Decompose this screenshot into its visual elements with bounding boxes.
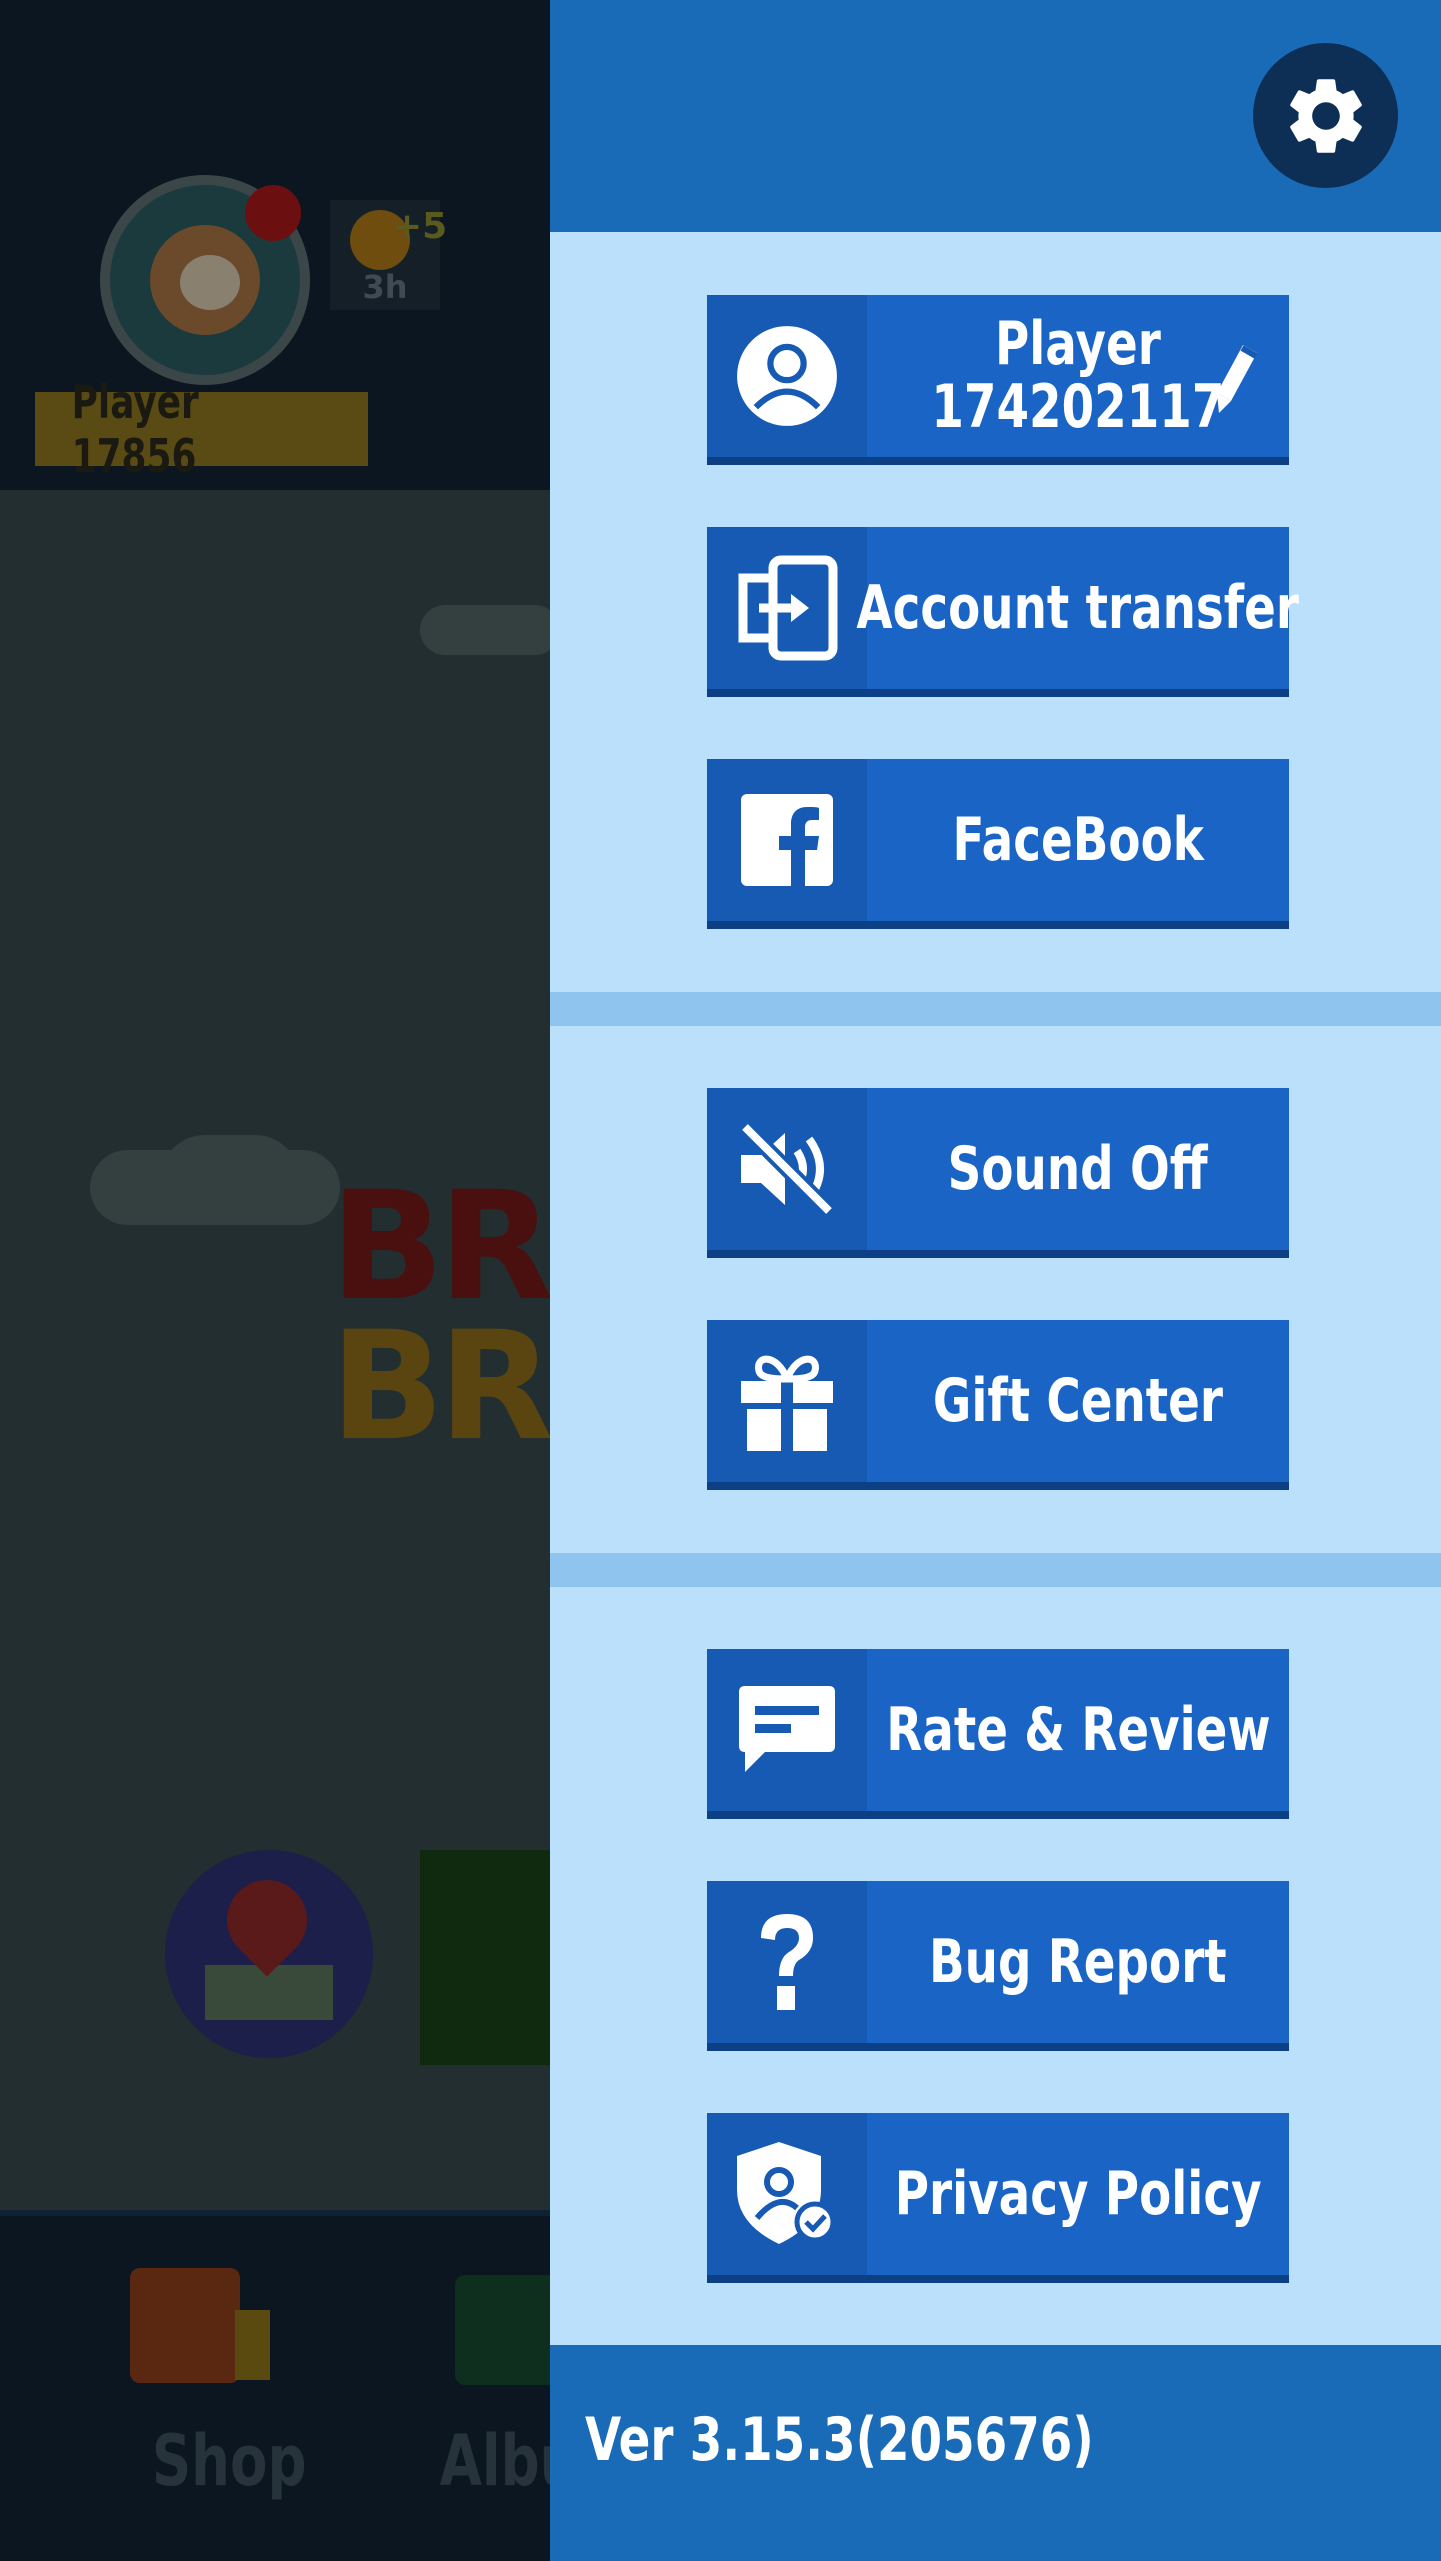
player-label-line1: Player (995, 309, 1161, 379)
settings-button[interactable] (1253, 43, 1398, 188)
gear-icon (1289, 78, 1362, 153)
play-button[interactable] (420, 1850, 560, 2065)
bug-label: Bug Report (929, 1926, 1227, 1997)
sound-icon-area (707, 1088, 867, 1250)
gift-center-button[interactable]: Gift Center (707, 1320, 1289, 1490)
notification-dot (245, 185, 301, 241)
tab-shop[interactable]: Shop (130, 2420, 328, 2502)
privacy-label: Privacy Policy (894, 2158, 1262, 2229)
account-transfer-icon (738, 555, 838, 661)
coin-timer: 3h (362, 268, 408, 306)
account-transfer-label-wrap: Account transfer (857, 527, 1300, 689)
rate-review-button[interactable]: Rate & Review (707, 1649, 1289, 1819)
tab-shop-label: Shop (151, 2420, 307, 2502)
player-name-plate[interactable]: Player 17856 (35, 375, 368, 483)
bug-label-wrap: Bug Report (867, 1881, 1289, 2043)
bug-icon-area (707, 1881, 867, 2043)
privacy-icon-area (707, 2113, 867, 2275)
drawer-header (550, 0, 1441, 232)
coin-reward-box[interactable]: +5 3h (330, 200, 447, 310)
cloud (160, 1135, 300, 1225)
coin-plus-label: +5 (392, 206, 448, 247)
player-id-value: 174202117 (931, 372, 1225, 442)
rate-label: Rate & Review (885, 1694, 1271, 1765)
settings-drawer: Player 174202117 Account transfer FaceBo… (550, 0, 1441, 2561)
account-transfer-icon-area (707, 527, 867, 689)
privacy-label-wrap: Privacy Policy (867, 2113, 1289, 2275)
question-mark-icon (761, 1914, 813, 2010)
dog-avatar-icon (150, 225, 260, 335)
rate-label-wrap: Rate & Review (867, 1649, 1289, 1811)
map-button[interactable] (165, 1850, 373, 2058)
bug-report-button[interactable]: Bug Report (707, 1881, 1289, 2051)
gift-icon (741, 1355, 833, 1451)
pencil-icon[interactable] (1217, 343, 1259, 415)
rate-icon-area (707, 1649, 867, 1811)
account-transfer-button[interactable]: Account transfer (707, 527, 1300, 697)
player-profile-icon-area (707, 295, 867, 457)
shop-bag-icon[interactable] (130, 2268, 240, 2383)
album-icon[interactable] (455, 2275, 560, 2385)
facebook-button[interactable]: FaceBook (707, 759, 1289, 929)
shop-tag-icon (235, 2310, 270, 2380)
facebook-icon-area (707, 759, 867, 921)
privacy-shield-icon (737, 2142, 836, 2244)
game-logo-line2: BR (330, 1300, 554, 1474)
sound-label-wrap: Sound Off (867, 1088, 1289, 1250)
sound-label: Sound Off (948, 1133, 1208, 1204)
gift-label-wrap: Gift Center (867, 1320, 1289, 1482)
sound-toggle-button[interactable]: Sound Off (707, 1088, 1289, 1258)
cloud (420, 605, 560, 655)
game-bottom-bar (0, 2210, 560, 2561)
chat-bubble-icon (739, 1686, 835, 1772)
facebook-icon (741, 794, 833, 886)
gift-icon-area (707, 1320, 867, 1482)
facebook-label: FaceBook (952, 804, 1204, 875)
sound-off-icon (739, 1121, 835, 1217)
gift-label: Gift Center (932, 1365, 1224, 1436)
player-profile-button[interactable]: Player 174202117 (707, 295, 1289, 465)
facebook-label-wrap: FaceBook (867, 759, 1289, 921)
account-transfer-label: Account transfer (856, 572, 1300, 643)
player-name: Player 17856 (71, 375, 199, 483)
section-separator (550, 1553, 1441, 1587)
location-pin-icon (210, 1863, 324, 1977)
version-label: Ver 3.15.3(205676) (585, 2405, 1094, 2475)
section-separator (550, 992, 1441, 1026)
privacy-policy-button[interactable]: Privacy Policy (707, 2113, 1289, 2283)
user-profile-icon (737, 326, 837, 426)
